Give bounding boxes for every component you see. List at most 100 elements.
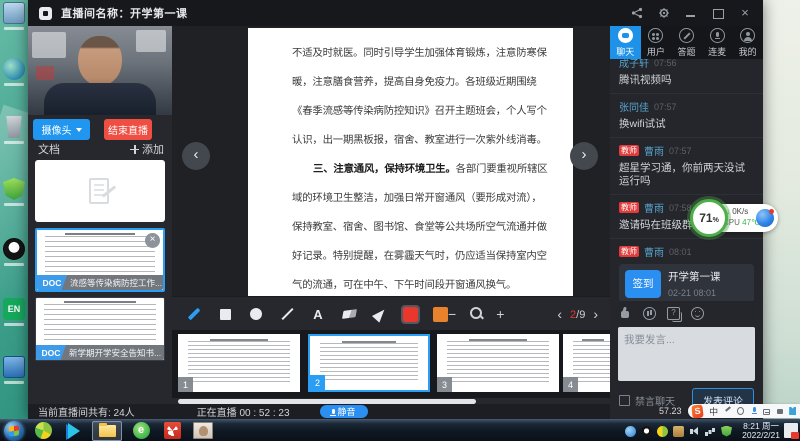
zoom-out-icon[interactable]: − xyxy=(448,306,456,322)
eraser-tool-icon[interactable] xyxy=(341,306,357,322)
color-swatch-orange[interactable] xyxy=(433,307,448,322)
page-thumbnail[interactable]: 1 xyxy=(178,334,300,392)
tab-mine[interactable]: 我的 xyxy=(732,26,763,59)
zoom-in-icon[interactable]: + xyxy=(496,306,504,322)
tray-update-icon[interactable] xyxy=(673,426,684,437)
page-thumbnail[interactable]: 4 xyxy=(563,334,610,392)
network-signal-icon[interactable] xyxy=(705,426,716,437)
desktop-icon-computer[interactable] xyxy=(1,2,27,36)
recycle-bin-icon xyxy=(3,116,25,138)
live-timer: 正在直播 00 : 52 : 23 xyxy=(197,404,290,419)
tab-users[interactable]: 用户 xyxy=(641,26,672,59)
taskbar-tencent-video[interactable] xyxy=(62,422,86,440)
next-page-arrow[interactable] xyxy=(570,142,598,170)
voice-input-icon[interactable] xyxy=(750,407,757,415)
chat-actions-row xyxy=(610,301,763,325)
tray-app-icon[interactable] xyxy=(625,426,636,437)
computer-icon xyxy=(3,2,25,24)
tab-chat[interactable]: 聊天 xyxy=(610,26,641,59)
magnifier-icon[interactable] xyxy=(468,306,484,322)
windows-taskbar: e 8:21 周一 2022/2/21 xyxy=(0,419,800,441)
rectangle-tool-icon[interactable] xyxy=(217,306,233,322)
notification-corner-icon[interactable] xyxy=(784,423,798,438)
camera-button[interactable]: 摄像头 xyxy=(33,119,90,140)
chat-input[interactable] xyxy=(618,327,755,381)
mute-chat-checkbox[interactable] xyxy=(619,395,630,406)
document-thumbnail-selected[interactable]: DOC 流感等传染病防控工作... xyxy=(35,228,165,292)
desktop-icon-browser[interactable] xyxy=(1,58,27,92)
line-tool-icon[interactable] xyxy=(279,306,295,322)
app-icon xyxy=(39,7,52,20)
tray-qq-icon[interactable] xyxy=(641,426,652,437)
brush-tool-icon[interactable] xyxy=(372,306,388,322)
emoji-picker-icon[interactable] xyxy=(737,407,744,415)
raise-hand-icon[interactable] xyxy=(619,307,632,320)
desktop-icon-intel-graphics[interactable] xyxy=(1,356,27,390)
page-thumbnail[interactable]: 3 xyxy=(437,334,559,392)
close-button[interactable] xyxy=(739,7,751,19)
globe-icon xyxy=(3,58,25,80)
prev-page-icon[interactable]: ‹ xyxy=(557,306,562,322)
desktop-icon-recycle-bin[interactable] xyxy=(1,116,27,150)
window-title: 直播间名称：开学第一课 xyxy=(61,5,188,21)
ellipse-tool-icon[interactable] xyxy=(248,306,264,322)
document-viewer: 不适及时就医。同时引导学生加强体育锻炼，注意防寒保 暖，注意膳食营养，提高自身免… xyxy=(172,26,610,296)
chat-message: 张同佳07:57 换wifi试试 xyxy=(610,94,763,138)
presenter-head xyxy=(78,36,122,86)
memory-usage-ring[interactable]: 71% xyxy=(690,199,728,237)
emoji-icon[interactable] xyxy=(691,307,704,320)
system-tray xyxy=(625,420,732,441)
maximize-button[interactable] xyxy=(712,7,724,19)
shield-icon xyxy=(3,178,25,200)
share-icon[interactable] xyxy=(631,7,643,19)
document-thumbnail[interactable]: DOC 新学期开学安全告知书... xyxy=(35,297,165,361)
next-page-icon[interactable]: › xyxy=(593,306,598,322)
webcam-video xyxy=(28,26,172,115)
tab-quiz[interactable]: 答题 xyxy=(671,26,702,59)
sogou-logo-icon[interactable]: S xyxy=(691,404,703,418)
remove-document-icon[interactable] xyxy=(145,233,160,248)
poll-icon[interactable] xyxy=(643,307,656,320)
start-button[interactable] xyxy=(4,421,24,441)
security-shield-icon[interactable] xyxy=(721,426,732,437)
signin-card: 签到 开学第一课 02-21 08:01 xyxy=(619,264,754,301)
tab-mic-connect[interactable]: 连麦 xyxy=(702,26,733,59)
page-indicator: 2/9 xyxy=(570,305,585,323)
intel-icon xyxy=(3,356,25,378)
taskbar-photo-viewer[interactable] xyxy=(191,422,215,440)
chat-message-list: 成子轩07:56 腾讯视频吗 张同佳07:57 换wifi试试 教师曹雨07:5… xyxy=(610,59,763,301)
pencil-tool-icon[interactable] xyxy=(186,306,202,322)
toolbox-icon[interactable] xyxy=(776,407,783,415)
settings-gear-icon[interactable] xyxy=(658,7,670,19)
accelerator-ball-icon[interactable] xyxy=(756,209,774,227)
taskbar-360-safety[interactable] xyxy=(31,422,55,440)
desktop-icon-antivirus[interactable] xyxy=(1,178,27,212)
prev-page-arrow[interactable] xyxy=(182,142,210,170)
desktop-icon-qq[interactable] xyxy=(1,238,27,272)
doc-badge: DOC xyxy=(37,275,67,290)
chat-message: 教师曹雨07:57 超星学习通，你前两天没试运行吗 xyxy=(610,138,763,195)
color-swatch-red[interactable] xyxy=(403,307,418,322)
taskbar-clock[interactable]: 8:21 周一 2022/2/21 xyxy=(742,422,780,440)
ime-mode-toggle[interactable]: 中 xyxy=(709,405,718,418)
soft-keyboard-icon[interactable] xyxy=(763,409,770,415)
taskbar-360-browser[interactable]: e xyxy=(129,422,153,440)
mute-button[interactable]: 静音 xyxy=(320,405,368,418)
volume-icon[interactable] xyxy=(689,426,700,437)
document-placeholder-card[interactable] xyxy=(35,160,165,222)
desktop: EN 直播间名称：开学第一课 xyxy=(0,0,800,441)
minimize-button[interactable] xyxy=(685,7,697,19)
question-cards-icon[interactable] xyxy=(667,307,680,320)
taskbar-explorer-active[interactable] xyxy=(92,421,122,441)
photo-icon xyxy=(193,422,213,439)
text-tool-icon[interactable]: A xyxy=(310,306,326,322)
desktop-icon-english-app[interactable]: EN xyxy=(1,298,27,332)
signin-button[interactable]: 签到 xyxy=(625,270,661,298)
add-document-button[interactable]: 添加 xyxy=(130,141,164,157)
taskbar-chaoxing[interactable] xyxy=(160,422,184,440)
tray-360-icon[interactable] xyxy=(657,426,668,437)
end-stream-button[interactable]: 结束直播 xyxy=(104,119,152,140)
skin-icon[interactable] xyxy=(789,407,796,415)
page-thumbnail-selected[interactable]: 2 xyxy=(308,334,430,392)
handwriting-icon[interactable] xyxy=(724,407,731,415)
